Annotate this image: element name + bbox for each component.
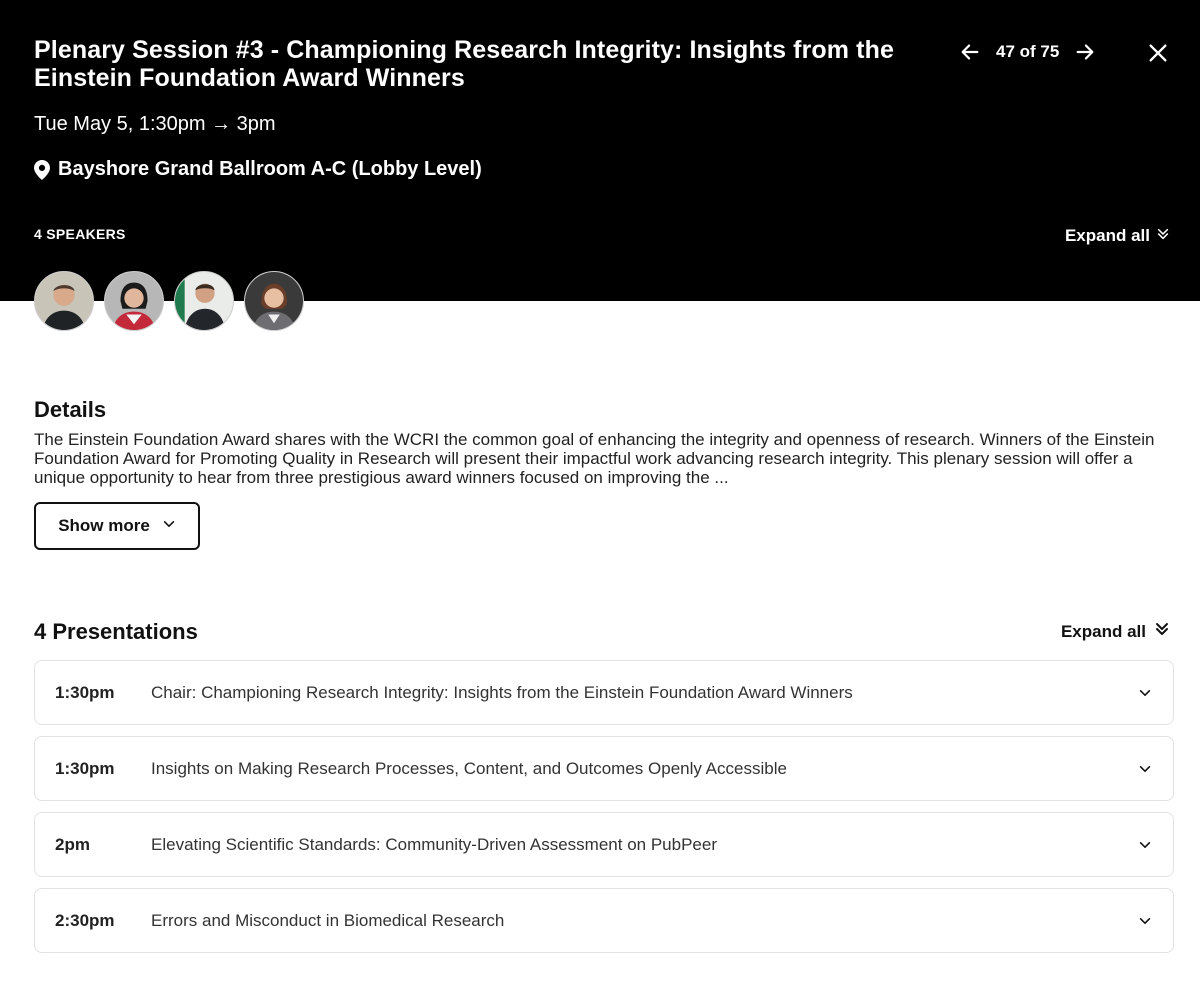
- list-item[interactable]: 2:30pm Errors and Misconduct in Biomedic…: [34, 888, 1174, 953]
- map-pin-icon: [34, 159, 50, 180]
- list-item[interactable]: 1:30pm Insights on Making Research Proce…: [34, 736, 1174, 801]
- expand-presentations-label: Expand all: [1060, 621, 1146, 641]
- double-chevron-down-icon: [1154, 621, 1170, 642]
- arrow-right-icon[interactable]: [1073, 40, 1097, 64]
- list-item[interactable]: 2pm Elevating Scientific Standards: Comm…: [34, 812, 1174, 877]
- chevron-down-icon: [162, 516, 176, 536]
- close-icon[interactable]: [1146, 41, 1170, 65]
- session-datetime: Tue May 5, 1:30pm → 3pm: [34, 113, 276, 135]
- presentation-time: 2pm: [55, 834, 90, 854]
- double-chevron-down-icon: [1156, 226, 1170, 246]
- session-pager: 47 of 75: [958, 40, 1097, 64]
- presentation-title: Chair: Championing Research Integrity: I…: [151, 682, 853, 702]
- show-more-label: Show more: [58, 516, 150, 535]
- speaker-avatars: [34, 271, 304, 331]
- avatar[interactable]: [104, 271, 164, 331]
- session-title: Plenary Session #3 - Championing Researc…: [34, 36, 894, 92]
- presentation-time: 1:30pm: [55, 758, 115, 778]
- show-more-button[interactable]: Show more: [34, 502, 200, 550]
- presentations-heading: 4 Presentations: [34, 619, 198, 644]
- avatar[interactable]: [34, 271, 94, 331]
- presentations-list: 1:30pm Chair: Championing Research Integ…: [34, 660, 1174, 964]
- chevron-down-icon[interactable]: [1137, 685, 1153, 701]
- avatar[interactable]: [174, 271, 234, 331]
- session-header: Plenary Session #3 - Championing Researc…: [0, 0, 1200, 301]
- presentation-title: Insights on Making Research Processes, C…: [151, 758, 787, 778]
- expand-speakers-button[interactable]: Expand all: [1065, 226, 1170, 246]
- speakers-count: 4 SPEAKERS: [34, 226, 126, 242]
- avatar[interactable]: [244, 271, 304, 331]
- arrow-left-icon[interactable]: [958, 40, 982, 64]
- details-heading: Details: [34, 397, 107, 422]
- chevron-down-icon[interactable]: [1137, 761, 1153, 777]
- expand-presentations-button[interactable]: Expand all: [1061, 621, 1170, 642]
- details-text: The Einstein Foundation Award shares wit…: [34, 430, 1155, 487]
- list-item[interactable]: 1:30pm Chair: Championing Research Integ…: [34, 660, 1174, 725]
- presentation-title: Elevating Scientific Standards: Communit…: [151, 834, 717, 854]
- chevron-down-icon[interactable]: [1137, 913, 1153, 929]
- presentation-time: 2:30pm: [55, 910, 115, 930]
- expand-speakers-label: Expand all: [1064, 226, 1150, 245]
- presentation-title: Errors and Misconduct in Biomedical Rese…: [151, 910, 505, 930]
- presentation-time: 1:30pm: [55, 682, 115, 702]
- pager-position: 47 of 75: [996, 42, 1060, 61]
- chevron-down-icon[interactable]: [1137, 837, 1153, 853]
- session-location: Bayshore Grand Ballroom A-C (Lobby Level…: [34, 158, 482, 181]
- location-label: Bayshore Grand Ballroom A-C (Lobby Level…: [58, 158, 482, 180]
